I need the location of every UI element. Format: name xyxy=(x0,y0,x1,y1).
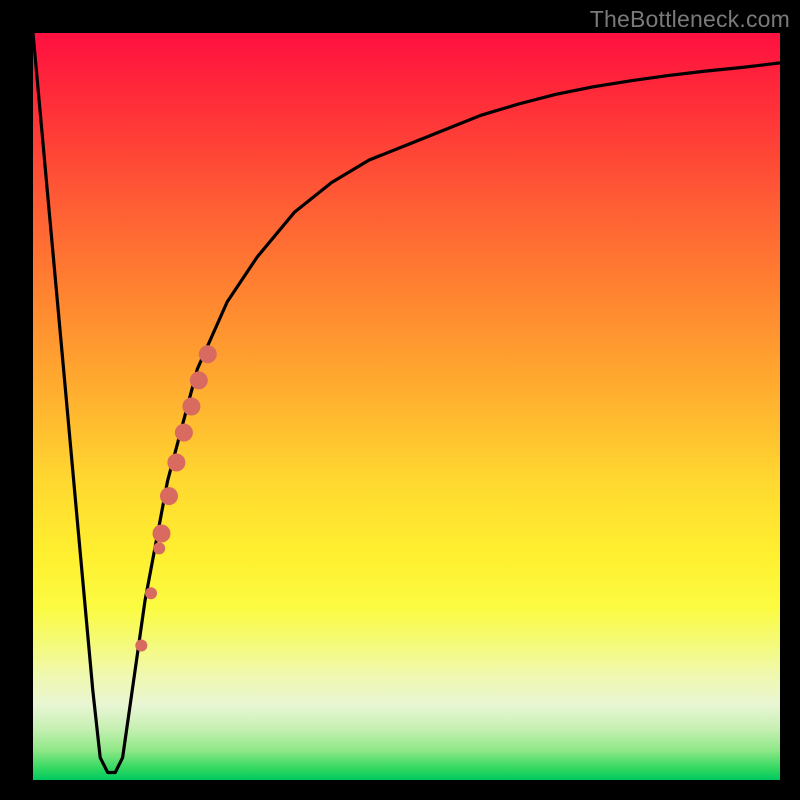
highlight-dot xyxy=(190,371,208,389)
highlight-dot xyxy=(145,587,157,599)
highlight-dot xyxy=(182,398,200,416)
chart-svg xyxy=(33,33,780,780)
chart-frame: TheBottleneck.com xyxy=(0,0,800,800)
watermark-text: TheBottleneck.com xyxy=(590,6,790,33)
highlight-dot xyxy=(167,454,185,472)
highlight-dot xyxy=(175,424,193,442)
highlight-dot xyxy=(135,640,147,652)
highlight-dot xyxy=(160,487,178,505)
highlight-dot xyxy=(153,542,165,554)
plot-area xyxy=(33,33,780,780)
highlight-dot xyxy=(199,345,217,363)
highlight-dot xyxy=(153,525,171,543)
bottleneck-curve xyxy=(33,33,780,773)
highlight-dots xyxy=(135,345,217,651)
